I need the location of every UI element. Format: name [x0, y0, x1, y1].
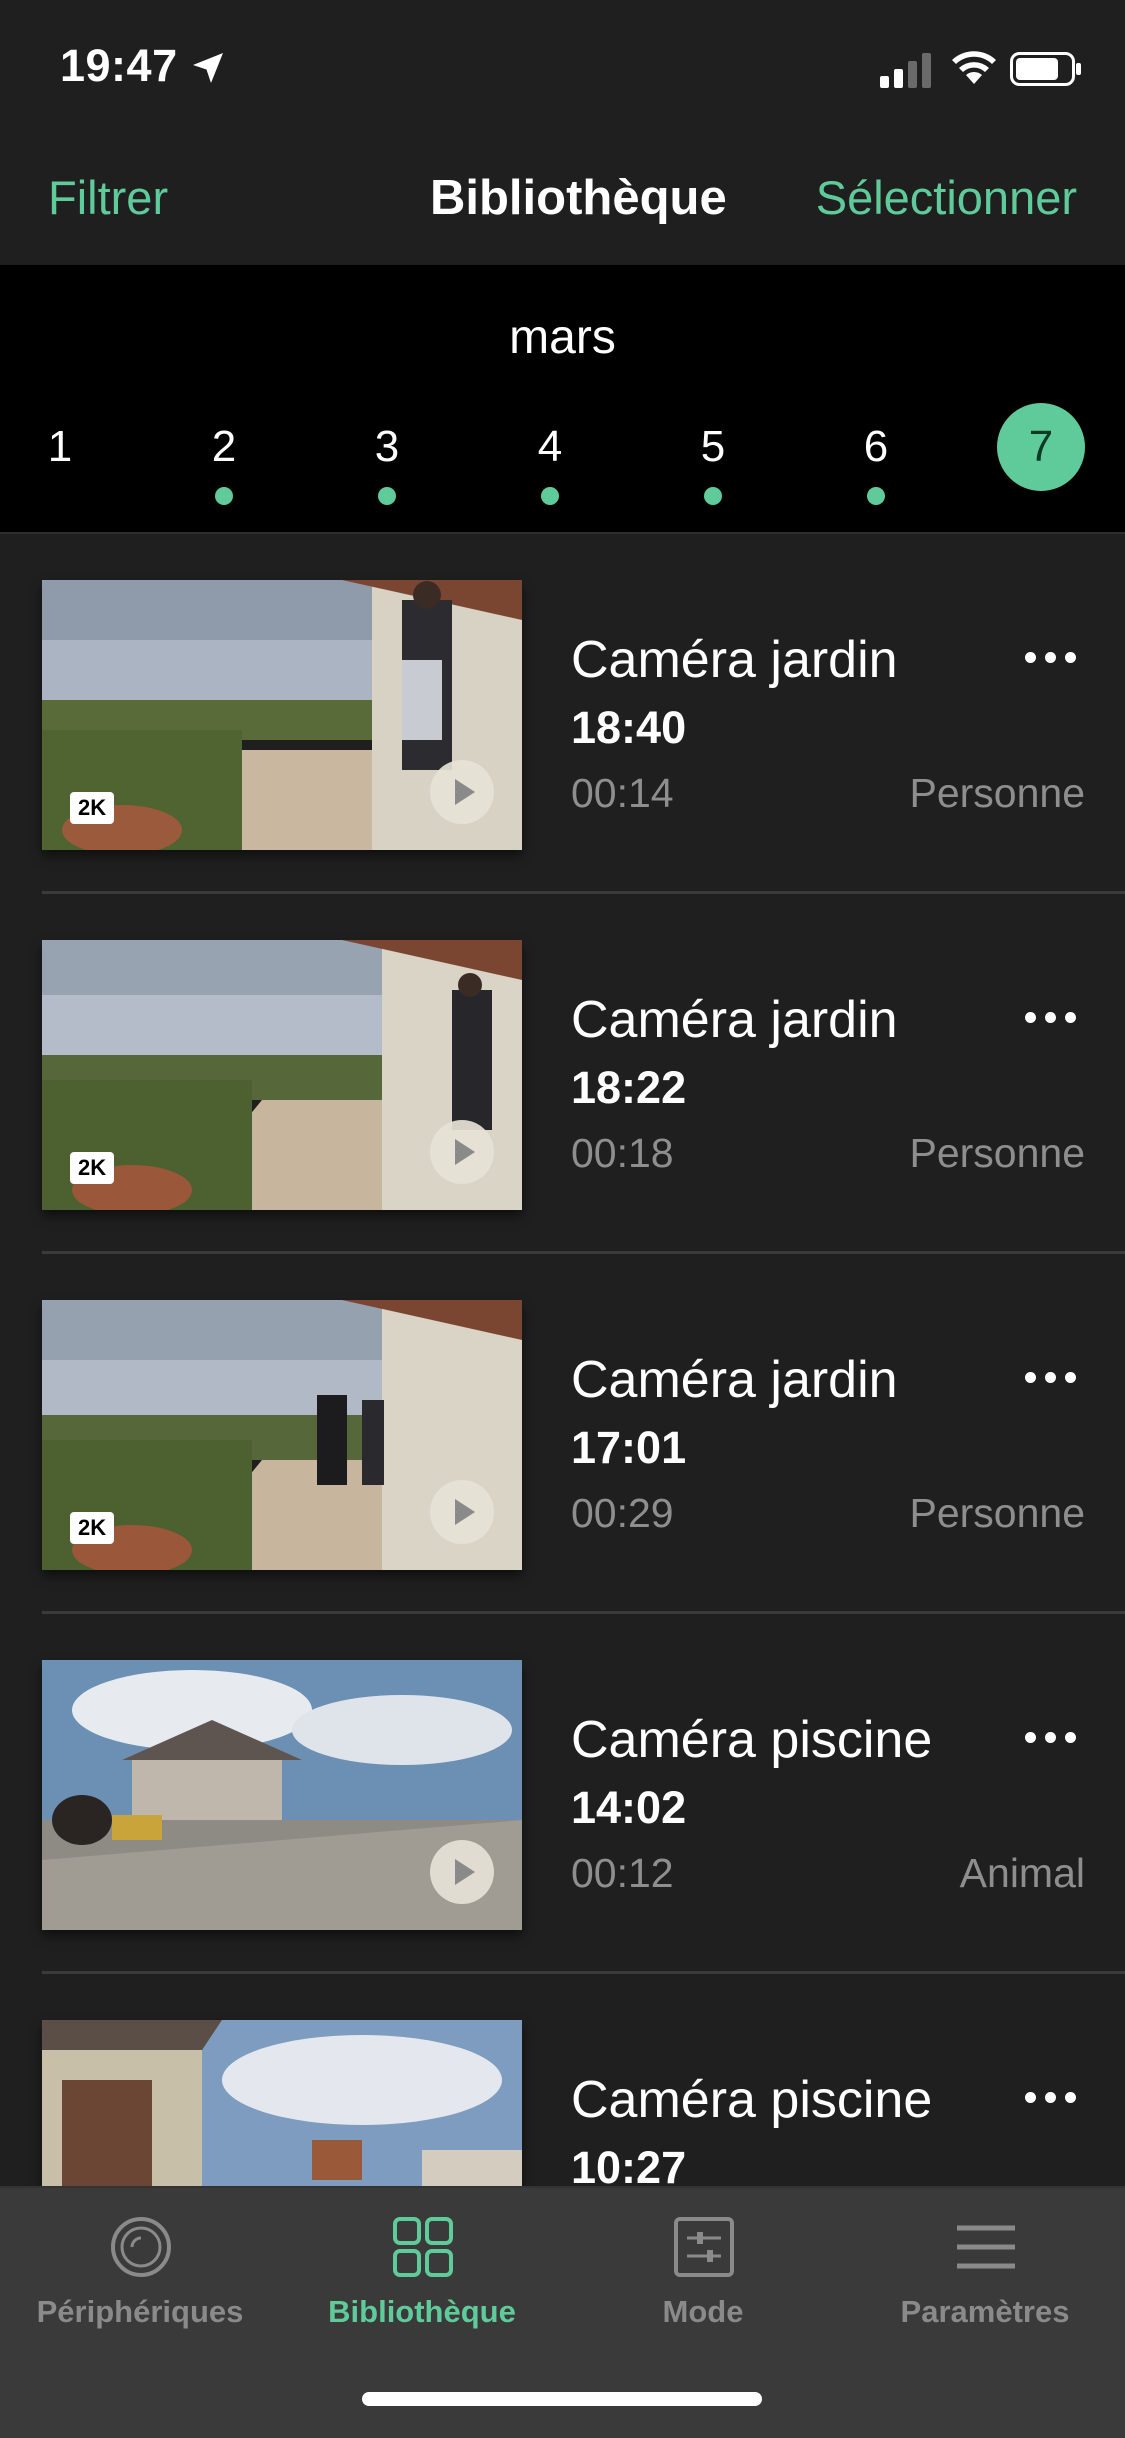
- event-dot: [541, 487, 559, 505]
- recording-item[interactable]: Caméra piscine 10:27: [0, 1974, 1125, 2186]
- day-4[interactable]: 4: [500, 422, 600, 525]
- recordings-list[interactable]: 2K Caméra jardin 18:40 00:14 Personne 2K…: [0, 534, 1125, 2186]
- recording-time: 14:02: [571, 1782, 687, 1833]
- detection-tag: Personne: [909, 1130, 1085, 1176]
- detection-tag: Personne: [909, 1490, 1085, 1536]
- resolution-badge: 2K: [70, 792, 115, 824]
- play-icon[interactable]: [430, 1480, 494, 1544]
- devices-icon: [111, 2217, 171, 2277]
- day-7-selected[interactable]: 7: [990, 403, 1090, 525]
- more-options-icon[interactable]: [1025, 1362, 1085, 1392]
- day-number: 5: [700, 422, 726, 471]
- more-options-icon[interactable]: [1025, 1002, 1085, 1032]
- detection-tag: Animal: [959, 1850, 1085, 1896]
- page-title: Bibliothèque: [430, 171, 727, 225]
- location-arrow-icon: [193, 53, 223, 83]
- day-6[interactable]: 6: [826, 422, 926, 525]
- more-options-icon[interactable]: [1025, 1722, 1085, 1752]
- day-1[interactable]: 1: [10, 422, 110, 525]
- status-time: 19:47: [60, 40, 178, 91]
- recording-time: 10:27: [571, 2142, 687, 2186]
- pool-scene-image: [42, 2020, 522, 2186]
- more-options-icon[interactable]: [1025, 642, 1085, 672]
- more-options-icon[interactable]: [1025, 2082, 1085, 2112]
- event-dot: [704, 487, 722, 505]
- wifi-icon: [952, 51, 996, 84]
- day-number: 7: [997, 403, 1085, 491]
- date-picker-strip: mars 1 2 3 4 5 6 7: [0, 265, 1125, 534]
- day-number: 4: [537, 422, 563, 471]
- day-5[interactable]: 5: [663, 422, 763, 525]
- camera-name: Caméra piscine: [571, 1711, 933, 1769]
- tab-label: Mode: [662, 2294, 744, 2329]
- day-number: 6: [863, 422, 889, 471]
- status-bar: 19:47: [0, 0, 1125, 130]
- video-thumbnail[interactable]: [42, 2020, 522, 2186]
- menu-lines-icon: [957, 2225, 1015, 2269]
- tab-parametres[interactable]: Paramètres: [845, 2216, 1125, 2356]
- recording-time: 18:40: [571, 702, 687, 753]
- recording-time: 17:01: [571, 1422, 687, 1473]
- day-number: 2: [211, 422, 237, 471]
- detection-tag: Personne: [909, 770, 1085, 816]
- filter-button[interactable]: Filtrer: [48, 170, 168, 225]
- event-dot: [867, 487, 885, 505]
- day-number: 3: [374, 422, 400, 471]
- day-3[interactable]: 3: [337, 422, 437, 525]
- recording-item[interactable]: 2K Caméra jardin 18:22 00:18 Personne: [0, 894, 1125, 1254]
- camera-name: Caméra jardin: [571, 1351, 898, 1409]
- tab-mode[interactable]: Mode: [563, 2216, 843, 2356]
- tab-label: Bibliothèque: [328, 2294, 516, 2329]
- tab-label: Périphériques: [36, 2294, 244, 2329]
- cellular-signal-icon: [880, 53, 931, 88]
- video-thumbnail[interactable]: [42, 1660, 522, 1930]
- camera-name: Caméra jardin: [571, 631, 898, 689]
- day-number: 1: [47, 422, 73, 471]
- recording-item[interactable]: 2K Caméra jardin 18:40 00:14 Personne: [0, 534, 1125, 894]
- recording-duration: 00:29: [571, 1490, 674, 1536]
- recording-duration: 00:14: [571, 770, 674, 816]
- event-dot: [215, 487, 233, 505]
- tab-peripheriques[interactable]: Périphériques: [0, 2216, 280, 2356]
- tab-bibliotheque[interactable]: Bibliothèque: [282, 2216, 562, 2356]
- resolution-badge: 2K: [70, 1512, 115, 1544]
- recording-duration: 00:12: [571, 1850, 674, 1896]
- recording-item[interactable]: Caméra piscine 14:02 00:12 Animal: [0, 1614, 1125, 1974]
- camera-name: Caméra jardin: [571, 991, 898, 1049]
- day-2[interactable]: 2: [174, 422, 274, 525]
- battery-icon: [1010, 52, 1081, 86]
- camera-name: Caméra piscine: [571, 2071, 933, 2129]
- recording-duration: 00:18: [571, 1130, 674, 1176]
- library-grid-icon: [393, 2217, 453, 2277]
- select-button[interactable]: Sélectionner: [816, 170, 1077, 225]
- event-dot: [378, 487, 396, 505]
- home-indicator[interactable]: [362, 2392, 762, 2406]
- recording-time: 18:22: [571, 1062, 687, 1113]
- video-thumbnail[interactable]: 2K: [42, 1300, 522, 1570]
- play-icon[interactable]: [430, 1840, 494, 1904]
- tab-label: Paramètres: [900, 2294, 1070, 2329]
- recording-item[interactable]: 2K Caméra jardin 17:01 00:29 Personne: [0, 1254, 1125, 1614]
- nav-header: Filtrer Bibliothèque Sélectionner: [0, 130, 1125, 267]
- mode-sliders-icon: [674, 2217, 734, 2277]
- month-label: mars: [509, 311, 616, 364]
- video-thumbnail[interactable]: 2K: [42, 940, 522, 1210]
- play-icon[interactable]: [430, 1120, 494, 1184]
- play-icon[interactable]: [430, 760, 494, 824]
- video-thumbnail[interactable]: 2K: [42, 580, 522, 850]
- resolution-badge: 2K: [70, 1152, 115, 1184]
